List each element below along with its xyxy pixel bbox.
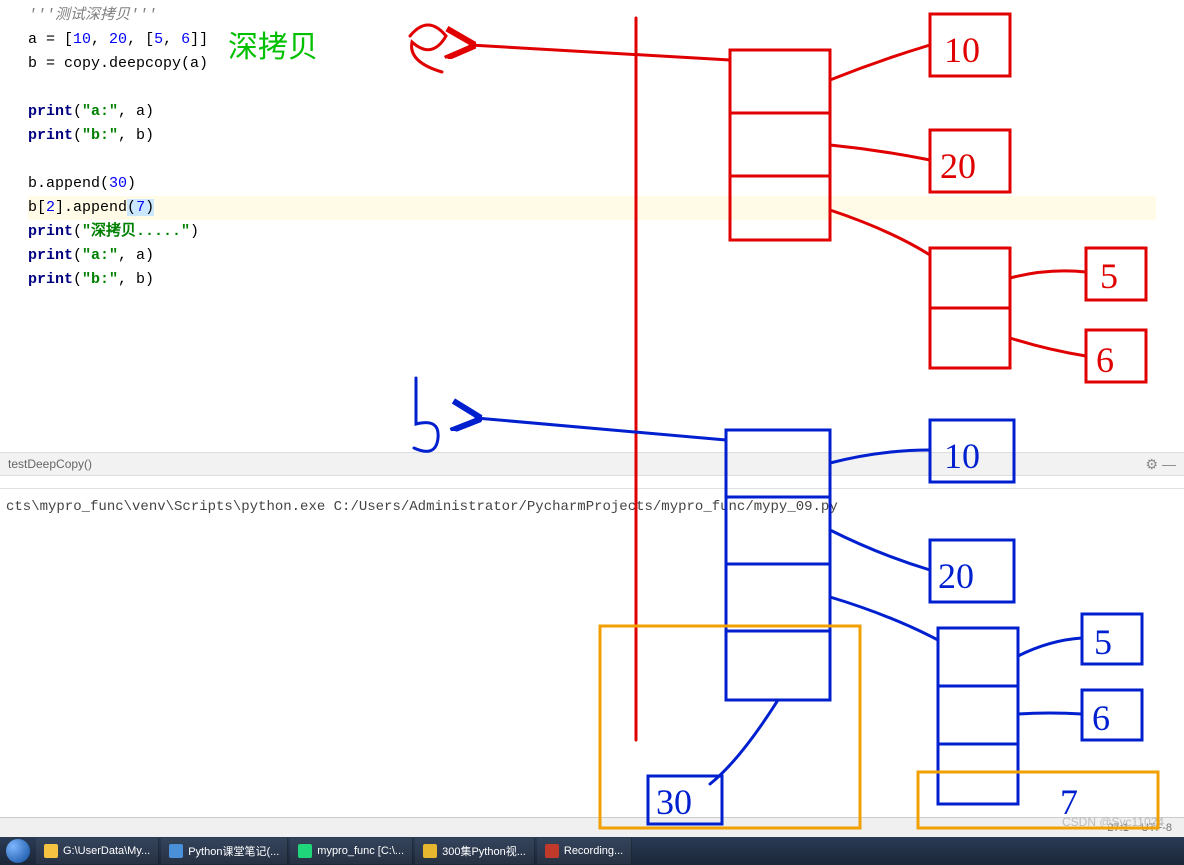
start-button[interactable]: [6, 839, 30, 863]
code-line: print("b:", b): [28, 124, 1156, 148]
app-icon: [169, 844, 183, 858]
folder-icon: [44, 844, 58, 858]
taskbar-item[interactable]: 300集Python视...: [415, 838, 535, 864]
taskbar-item[interactable]: Recording...: [537, 838, 632, 864]
code-line: '''测试深拷贝''': [28, 4, 1156, 28]
record-icon: [545, 844, 559, 858]
taskbar-item[interactable]: Python课堂笔记(...: [161, 838, 288, 864]
breadcrumb[interactable]: testDeepCopy() ⚙ —: [0, 452, 1184, 476]
code-line: b = copy.deepcopy(a): [28, 52, 1156, 76]
status-bar: UTF-8 27:1: [0, 817, 1184, 837]
code-editor[interactable]: '''测试深拷贝''' a = [10, 20, [5, 6]] b = cop…: [0, 0, 1184, 450]
code-line-highlighted: b[2].append(7): [28, 196, 1156, 220]
code-line: a = [10, 20, [5, 6]]: [28, 28, 1156, 52]
watermark: CSDN @Syc11024: [1062, 815, 1164, 829]
video-icon: [423, 844, 437, 858]
code-line: print("a:", a): [28, 244, 1156, 268]
run-console[interactable]: cts\mypro_func\venv\Scripts\python.exe C…: [0, 488, 1184, 838]
breadcrumb-text: testDeepCopy(): [8, 457, 92, 471]
console-line: cts\mypro_func\venv\Scripts\python.exe C…: [6, 499, 1178, 515]
code-line: print("b:", b): [28, 268, 1156, 292]
taskbar-item[interactable]: mypro_func [C:\...: [290, 838, 413, 864]
code-line: b.append(30): [28, 172, 1156, 196]
code-line: print("a:", a): [28, 100, 1156, 124]
code-line: [28, 148, 1156, 172]
pycharm-icon: [298, 844, 312, 858]
taskbar-item[interactable]: G:\UserData\My...: [36, 838, 159, 864]
annotation-label-deepcopy: 深拷贝: [228, 22, 318, 66]
panel-tools[interactable]: ⚙ —: [1146, 456, 1176, 473]
taskbar[interactable]: G:\UserData\My... Python课堂笔记(... mypro_f…: [0, 837, 1184, 865]
code-line: print("深拷贝....."): [28, 220, 1156, 244]
code-line: [28, 76, 1156, 100]
